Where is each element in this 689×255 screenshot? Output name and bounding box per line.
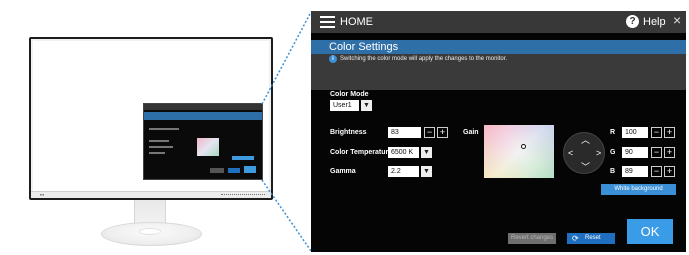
gain-gradient-overlay <box>484 125 554 178</box>
gain-b-label: B <box>610 168 616 175</box>
reset-icon: ⟳ <box>572 234 579 243</box>
gamma-dropdown-icon[interactable]: ▼ <box>421 166 432 177</box>
brightness-plus-button[interactable]: + <box>437 127 448 138</box>
ok-button[interactable]: OK <box>627 219 673 244</box>
brightness-label: Brightness <box>330 129 367 136</box>
gain-g-input[interactable]: 90 <box>622 147 648 158</box>
gain-b-plus-button[interactable]: + <box>664 166 675 177</box>
help-icon[interactable]: ? <box>626 15 639 28</box>
dpad-icon[interactable]: ︿ ﹀ < > <box>563 132 605 174</box>
page-title: Color Settings <box>329 41 399 53</box>
home-label[interactable]: HOME <box>340 16 373 28</box>
reset-button[interactable]: ⟳ Reset <box>567 233 615 244</box>
gain-r-plus-button[interactable]: + <box>664 127 675 138</box>
gain-g-minus-button[interactable]: − <box>651 147 662 158</box>
revert-changes-button[interactable]: Revert changes <box>508 233 556 244</box>
gamma-select[interactable]: 2.2 <box>388 166 419 177</box>
menu-icon[interactable] <box>320 16 335 28</box>
gain-g-label: G <box>610 149 616 156</box>
gain-r-label: R <box>610 129 616 136</box>
gamma-label: Gamma <box>330 168 356 175</box>
brightness-minus-button[interactable]: − <box>424 127 435 138</box>
color-mode-label: Color Mode <box>330 91 369 98</box>
reset-button-label: Reset <box>585 235 601 241</box>
color-temperature-label: Color Temperature <box>330 149 393 156</box>
gain-label: Gain <box>463 129 479 136</box>
color-temperature-select[interactable]: 6500 K <box>388 147 419 158</box>
dpad-right-icon[interactable]: > <box>596 149 601 158</box>
help-label[interactable]: Help <box>643 16 666 28</box>
gain-picker-handle[interactable] <box>521 144 526 149</box>
info-message: Switching the color mode will apply the … <box>340 56 508 62</box>
gain-r-minus-button[interactable]: − <box>651 127 662 138</box>
close-icon[interactable]: × <box>673 12 681 28</box>
gain-r-input[interactable]: 100 <box>622 127 648 138</box>
dpad-up-icon[interactable]: ︿ <box>581 136 590 145</box>
gain-b-minus-button[interactable]: − <box>651 166 662 177</box>
color-temperature-dropdown-icon[interactable]: ▼ <box>421 147 432 158</box>
gain-color-picker[interactable] <box>484 125 554 178</box>
zoom-line-top <box>261 11 312 105</box>
osd-window: HOME ? Help × Color Settings i Switching… <box>311 11 686 252</box>
white-background-button[interactable]: White background <box>601 184 676 195</box>
osd-header-bar: HOME ? Help × <box>311 11 686 33</box>
brightness-input[interactable]: 83 <box>388 127 421 138</box>
gain-g-plus-button[interactable]: + <box>664 147 675 158</box>
color-mode-select[interactable]: User1 <box>330 100 359 111</box>
info-icon: i <box>329 55 337 63</box>
zoom-line-bottom <box>261 179 312 252</box>
product-illustration: ▪▪▪ HOME ? Help × Color Settings i Switc… <box>0 0 689 255</box>
color-mode-dropdown-icon[interactable]: ▼ <box>361 100 372 111</box>
dpad-left-icon[interactable]: < <box>568 149 573 158</box>
dpad-down-icon[interactable]: ﹀ <box>581 163 590 172</box>
gain-b-input[interactable]: 89 <box>622 166 648 177</box>
